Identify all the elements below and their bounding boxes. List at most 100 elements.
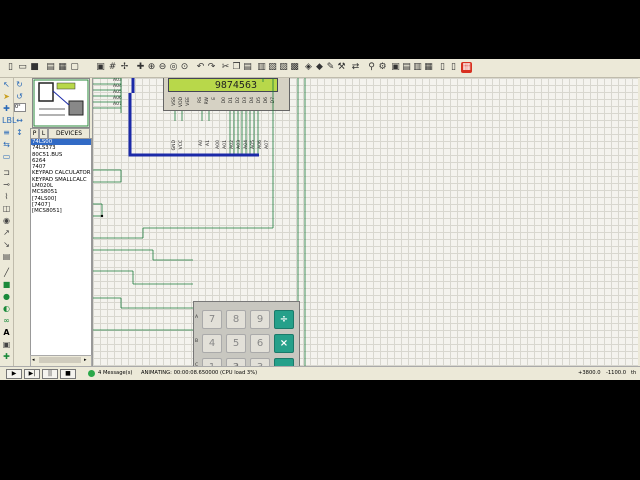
device-list-item[interactable]: [MCS8051] (31, 208, 91, 214)
overview-window[interactable] (32, 78, 90, 128)
undo-icon[interactable]: ↶ (195, 62, 206, 73)
pack-icon[interactable]: ✎ (325, 62, 336, 73)
keypad-key[interactable]: 4 (202, 334, 222, 353)
junction-icon[interactable]: ✚ (2, 104, 11, 113)
wire-label-icon[interactable]: LBL (2, 116, 16, 125)
subcircuit-icon[interactable]: ▭ (2, 152, 11, 161)
mirror-horizontal-icon[interactable]: ↔ (15, 116, 24, 125)
keypad-key[interactable]: 3 (250, 358, 270, 366)
path-icon[interactable]: ∞ (2, 316, 11, 325)
scroll-thumb[interactable] (39, 357, 81, 363)
make-device-icon[interactable]: ◆ (314, 62, 325, 73)
new-file-icon[interactable]: ▯ (5, 62, 16, 73)
step-button[interactable]: ▶| (24, 369, 40, 379)
open-file-icon[interactable]: ▭ (17, 62, 28, 73)
rotation-angle-field[interactable]: 0° (14, 103, 26, 112)
device-selector-tabs: P L DEVICES (30, 128, 90, 139)
net-pin-label: GND (172, 140, 177, 151)
keypad-key[interactable]: 9 (250, 310, 270, 329)
print-icon[interactable]: ▤ (45, 62, 56, 73)
wire-autoroute-icon[interactable]: ⇄ (350, 62, 361, 73)
grid-toggle-icon[interactable]: # (107, 62, 118, 73)
keypad-key[interactable]: − (274, 358, 294, 366)
sheet-new-icon[interactable]: ▯ (437, 62, 448, 73)
block-delete-icon[interactable]: ▩ (289, 62, 300, 73)
keypad-key[interactable]: × (274, 334, 294, 353)
block-rotate-icon[interactable]: ▨ (278, 62, 289, 73)
net-pin-label: VCC (179, 140, 184, 150)
rotate-ccw-icon[interactable]: ↺ (15, 92, 24, 101)
main-toolbar: ▯ ▭ ■ ▤ ▦ ▢ ▣ # ✢ ✚ ⊕ ⊖ ◎ ⊙ ↶ ↷ ✂ ❐ ▤ ▥ … (0, 59, 640, 78)
rotate-cw-icon[interactable]: ↻ (15, 80, 24, 89)
current-probe-icon[interactable]: ↘ (2, 240, 11, 249)
redo-icon[interactable]: ↷ (206, 62, 217, 73)
origin-icon[interactable]: ✢ (119, 62, 130, 73)
bus-icon[interactable]: ⇆ (2, 140, 11, 149)
keypad-key[interactable]: ÷ (274, 310, 294, 329)
mode-toolbar: ↖ ➤ ✚ LBL ≡ ⇆ ▭ ⊐ ⊸ ⌇ ◫ ◉ ↗ ↘ ▤ ╱ ■ ● ◐ … (0, 78, 16, 366)
import-icon[interactable]: ▢ (69, 62, 80, 73)
tape-icon[interactable]: ◫ (2, 204, 11, 213)
calculator-keypad[interactable]: 789÷456×123−ON/C0=+ (193, 301, 300, 366)
keypad-key[interactable]: 1 (202, 358, 222, 366)
terminal-icon[interactable]: ⊐ (2, 168, 11, 177)
keypad-key[interactable]: 7 (202, 310, 222, 329)
line-icon[interactable]: ╱ (2, 268, 11, 277)
zoom-in-icon[interactable]: ⊕ (146, 62, 157, 73)
bom-icon[interactable]: ▤ (401, 62, 412, 73)
device-list-item[interactable]: KEYPAD CALCULATOR (31, 170, 91, 176)
netlist-icon[interactable]: ▣ (390, 62, 401, 73)
sheet-remove-icon[interactable]: ▯ (448, 62, 459, 73)
generator-icon[interactable]: ◉ (2, 216, 11, 225)
net-pin-label: A1 (206, 140, 211, 146)
coord-x: +3800.0 (578, 370, 601, 376)
erc-icon[interactable]: ▥ (412, 62, 423, 73)
symbol-icon[interactable]: ▣ (2, 340, 11, 349)
keypad-row-label: A (195, 315, 199, 320)
instrument-icon[interactable]: ▤ (2, 252, 11, 261)
component-mode-icon[interactable]: ➤ (2, 92, 11, 101)
net-pin-label: A01 (223, 140, 228, 149)
circle-icon[interactable]: ● (2, 292, 11, 301)
cut-icon[interactable]: ✂ (220, 62, 231, 73)
box-icon[interactable]: ■ (2, 280, 11, 289)
play-button[interactable]: ▶ (6, 369, 22, 379)
graph-icon[interactable]: ⌇ (2, 192, 11, 201)
block-move-icon[interactable]: ▧ (267, 62, 278, 73)
net-pin-label: A0 (199, 140, 204, 146)
paste-icon[interactable]: ▤ (242, 62, 253, 73)
property-tool-icon[interactable]: ⚙ (377, 62, 388, 73)
device-list[interactable]: 74LS00 74LS373 80C51.BUS 6264 7407 KEYPAD CAL… (30, 138, 92, 358)
scroll-right-icon[interactable]: ▸ (84, 357, 90, 363)
text-script-icon[interactable]: ≡ (2, 128, 11, 137)
pin-icon[interactable]: ⊸ (2, 180, 11, 189)
netlist-ares-icon[interactable]: ▦ (423, 62, 434, 73)
keypad-key[interactable]: 8 (226, 310, 246, 329)
zoom-out-icon[interactable]: ⊖ (157, 62, 168, 73)
scroll-left-icon[interactable]: ◂ (32, 357, 38, 363)
stop-button[interactable]: ■ (60, 369, 76, 379)
arc-icon[interactable]: ◐ (2, 304, 11, 313)
pause-button[interactable]: || (42, 369, 58, 379)
decompose-icon[interactable]: ⚒ (336, 62, 347, 73)
select-mode-icon[interactable]: ↖ (2, 80, 11, 89)
search-icon[interactable]: ⚲ (366, 62, 377, 73)
zoom-area-icon[interactable]: ⊙ (179, 62, 190, 73)
pick-device-icon[interactable]: ◈ (303, 62, 314, 73)
save-icon[interactable]: ■ (29, 62, 40, 73)
text-icon[interactable]: A (2, 328, 11, 337)
ares-icon[interactable]: ▦ (461, 62, 472, 73)
marker-icon[interactable]: ✚ (2, 352, 11, 361)
zoom-all-icon[interactable]: ◎ (168, 62, 179, 73)
area-icon[interactable]: ▦ (57, 62, 68, 73)
keypad-key[interactable]: 5 (226, 334, 246, 353)
refresh-icon[interactable]: ▣ (95, 62, 106, 73)
block-copy-icon[interactable]: ▥ (256, 62, 267, 73)
copy-icon[interactable]: ❐ (231, 62, 242, 73)
keypad-key[interactable]: 6 (250, 334, 270, 353)
probe-icon[interactable]: ↗ (2, 228, 11, 237)
schematic-canvas[interactable]: A02A03A04A05A06A07 9874563 VSSVDDVEERSRW… (92, 78, 638, 366)
mirror-vertical-icon[interactable]: ↕ (15, 128, 24, 137)
pan-icon[interactable]: ✚ (135, 62, 146, 73)
message-count[interactable]: 4 Message(s) (98, 370, 132, 376)
